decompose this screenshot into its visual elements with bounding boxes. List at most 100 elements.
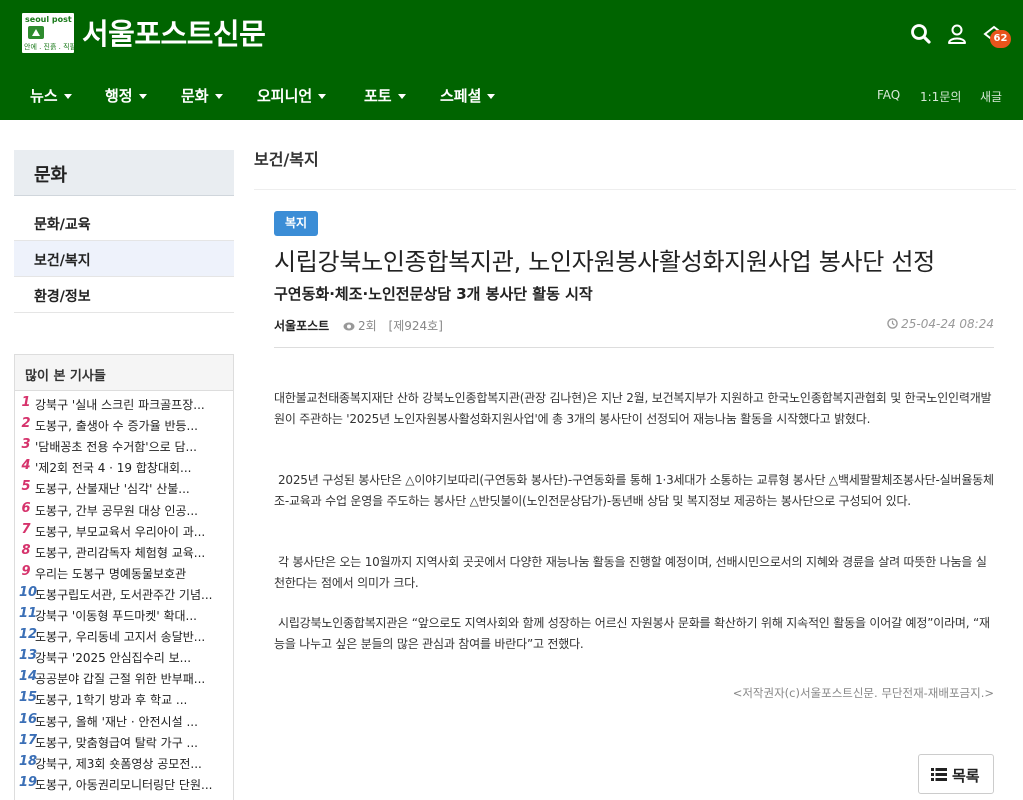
chevron-down-icon xyxy=(63,94,72,99)
popular-article-rank: 8 xyxy=(21,542,31,558)
popular-article-title: 강북구 '이동형 푸드마켓' 확대... xyxy=(35,609,197,623)
popular-articles-box: 많이 본 기사들 1 강북구 '실내 스크린 파크골프장... 2 도봉구, 출생아 … xyxy=(14,354,234,800)
popular-article-rank: 10 xyxy=(19,584,38,600)
nav-item-news[interactable]: 뉴스 xyxy=(30,85,72,106)
sidebar-item-culture-education[interactable]: 문화/교육 xyxy=(14,205,234,241)
sidebar-item-label: 보건/복지 xyxy=(34,253,91,269)
view-count-value: 2회 xyxy=(358,319,377,333)
search-icon[interactable] xyxy=(909,22,933,46)
article-meta: 서울포스트 2회 [제924호] xyxy=(274,317,443,334)
article-paragraph: 2025년 구성된 봉사단은 △이야기보따리(구연동화 봉사단)-구연동화를 통… xyxy=(274,473,994,508)
popular-article-item[interactable]: 13 강북구 '2025 안심집수리 보... xyxy=(15,646,233,667)
logo-emblem-icon xyxy=(28,26,44,39)
sidebar-item-label: 문화/교육 xyxy=(34,217,91,233)
sidebar-item-health-welfare[interactable]: 보건/복지 xyxy=(14,241,234,277)
popular-article-rank: 14 xyxy=(19,669,38,685)
logo-bottom-text: 안에 . 진흙 . 직필 xyxy=(24,43,74,51)
article-subtitle: 구연동화·체조·노인전문상담 3개 봉사단 활동 시작 xyxy=(274,285,593,303)
popular-article-item[interactable]: 15 도봉구, 1학기 방과 후 학교 ... xyxy=(15,688,233,709)
popular-article-item[interactable]: 12 도봉구, 우리동네 고지서 송달반... xyxy=(15,625,233,646)
nav-label: 행정 xyxy=(105,87,133,105)
popular-article-title: 도봉구, 간부 공무원 대상 인공... xyxy=(35,503,198,518)
nav-item-culture[interactable]: 문화 xyxy=(181,85,223,106)
popular-article-rank: 19 xyxy=(19,774,38,790)
article-paragraph: 대한불교천태종복지재단 산하 강북노인종합복지관(관장 김나현)은 지난 2월,… xyxy=(274,391,992,426)
eye-icon xyxy=(343,322,355,331)
nav-item-admin[interactable]: 행정 xyxy=(105,85,147,106)
article-author: 서울포스트 xyxy=(274,319,330,333)
sidebar-heading: 문화 xyxy=(14,150,234,196)
popular-article-rank: 13 xyxy=(19,648,38,664)
popular-article-item[interactable]: 3 '담배꽁초 전용 수거함'으로 담... xyxy=(15,435,233,456)
sidebar-item-label: 환경/정보 xyxy=(34,289,91,305)
nav-item-special[interactable]: 스페셜 xyxy=(440,85,496,106)
article-date: 25-04-24 08:24 xyxy=(887,317,994,331)
popular-article-title: 도봉구, 관리감독자 체험형 교육... xyxy=(35,545,206,560)
popular-article-item[interactable]: 8 도봉구, 관리감독자 체험형 교육... xyxy=(15,541,233,562)
sidebar-heading-label: 문화 xyxy=(34,165,68,186)
popular-article-title: '담배꽁초 전용 수거함'으로 담... xyxy=(35,440,197,455)
new-posts-link[interactable]: 새글 xyxy=(980,88,1002,105)
nav-label: 뉴스 xyxy=(30,87,58,105)
chevron-down-icon xyxy=(318,94,327,99)
notification-count-badge: 62 xyxy=(990,30,1011,48)
popular-article-rank: 18 xyxy=(19,753,38,769)
popular-article-item[interactable]: 7 도봉구, 부모교육서 우리아이 과... xyxy=(15,520,233,541)
popular-article-item[interactable]: 5 도봉구, 산불재난 '심각' 산불... xyxy=(15,477,233,498)
popular-article-rank: 1 xyxy=(21,395,31,410)
nav-label: 문화 xyxy=(181,87,209,105)
popular-article-title: 도봉구, 아동권리모니터링단 단원... xyxy=(35,777,213,792)
article-date-value: 25-04-24 08:24 xyxy=(901,317,994,331)
popular-article-title: 도봉구, 올해 '재난 · 안전시설 ... xyxy=(35,714,198,729)
popular-article-rank: 5 xyxy=(21,479,31,495)
popular-article-title: 도봉구, 출생아 수 증가율 반등... xyxy=(35,419,198,434)
popular-article-item[interactable]: 14 공공분야 갑질 근절 위한 반부패... xyxy=(15,667,233,688)
popular-article-title: 우리는 도봉구 명예동물보호관 xyxy=(35,566,187,581)
site-header: seoul post 안에 . 진흙 . 직필 서울포스트신문 62 xyxy=(0,0,1023,68)
sidebar-item-environment-info[interactable]: 환경/정보 xyxy=(14,277,234,313)
nav-item-opinion[interactable]: 오피니언 xyxy=(257,85,327,106)
divider xyxy=(274,347,994,348)
main-nav: 뉴스 행정 문화 오피니언 포토 스페셜 FAQ 1:1문의 새글 xyxy=(0,68,1023,120)
user-icon[interactable] xyxy=(945,22,969,46)
nav-label: 오피니언 xyxy=(257,87,313,105)
copyright-notice: <저작권자(c)서울포스트신문. 무단전재-재배포금지.> xyxy=(732,686,994,700)
chevron-down-icon xyxy=(138,94,147,99)
logo-top-text: seoul post xyxy=(25,15,72,24)
popular-article-item[interactable]: 17 도봉구, 맞춤형급여 탈락 가구 ... xyxy=(15,731,233,752)
popular-article-rank: 7 xyxy=(21,521,31,537)
site-title[interactable]: 서울포스트신문 xyxy=(82,11,266,53)
popular-article-item[interactable]: 19 도봉구, 아동권리모니터링단 단원... xyxy=(15,773,233,794)
popular-article-item[interactable]: 2 도봉구, 출생아 수 증가율 반등... xyxy=(15,414,233,435)
category-badge[interactable]: 복지 xyxy=(274,211,318,236)
nav-item-photo[interactable]: 포토 xyxy=(364,85,406,106)
popular-article-rank: 3 xyxy=(21,437,31,453)
popular-article-rank: 11 xyxy=(19,606,38,621)
popular-article-item[interactable]: 4 '제2회 전국 4 · 19 합창대회... xyxy=(15,456,233,477)
popular-article-title: 강북구 '실내 스크린 파크골프장... xyxy=(35,398,205,412)
list-button[interactable]: 목록 xyxy=(918,754,994,794)
faq-link[interactable]: FAQ xyxy=(877,88,900,102)
popular-article-title: 강북구 '2025 안심집수리 보... xyxy=(35,651,192,666)
popular-article-item[interactable]: 10 도봉구립도서관, 도서관주간 기념... xyxy=(15,583,233,604)
issue-number: [제924호] xyxy=(388,319,443,333)
popular-article-item[interactable]: 6 도봉구, 간부 공무원 대상 인공... xyxy=(15,499,233,520)
site-logo[interactable]: seoul post 안에 . 진흙 . 직필 xyxy=(22,13,74,53)
inquiry-link[interactable]: 1:1문의 xyxy=(920,88,961,105)
popular-article-item[interactable]: 18 강북구, 제3회 숏폼영상 공모전... xyxy=(15,752,233,773)
popular-article-item[interactable]: 16 도봉구, 올해 '재난 · 안전시설 ... xyxy=(15,710,233,731)
popular-article-item[interactable]: 9 우리는 도봉구 명예동물보호관 xyxy=(15,562,233,583)
section-title: 보건/복지 xyxy=(254,150,319,169)
popular-article-rank: 16 xyxy=(19,711,38,727)
divider xyxy=(254,189,1016,190)
popular-article-item[interactable]: 11 강북구 '이동형 푸드마켓' 확대... xyxy=(15,604,233,625)
popular-article-title: 도봉구, 부모교육서 우리아이 과... xyxy=(35,524,206,539)
popular-article-title: '제2회 전국 4 · 19 합창대회... xyxy=(35,461,192,476)
popular-article-title: 공공분야 갑질 근절 위한 반부패... xyxy=(35,672,206,687)
popular-article-title: 도봉구, 우리동네 고지서 송달반... xyxy=(35,630,206,645)
popular-article-title: 도봉구, 1학기 방과 후 학교 ... xyxy=(35,693,188,708)
clock-icon xyxy=(887,318,898,329)
list-button-label: 목록 xyxy=(952,767,980,785)
popular-article-item[interactable]: 1 강북구 '실내 스크린 파크골프장... xyxy=(15,393,233,414)
popular-article-title: 강북구, 제3회 숏폼영상 공모전... xyxy=(35,756,202,771)
